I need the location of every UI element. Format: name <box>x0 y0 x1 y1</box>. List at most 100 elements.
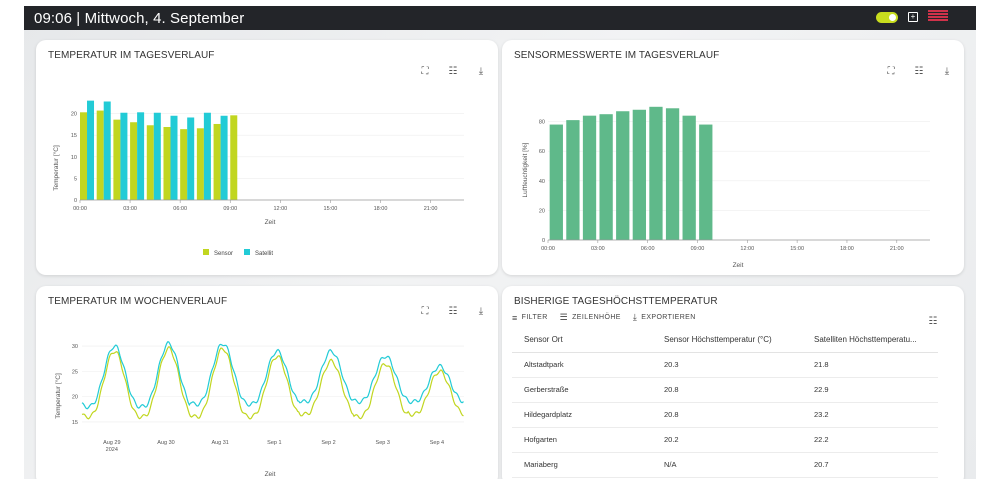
table-row[interactable]: Gerberstraße 20.8 22.9 <box>512 377 938 403</box>
dashboard: 09:06 | Mittwoch, 4. September + TEMPERA… <box>24 6 976 479</box>
max-temperature-table: Sensor Ort Sensor Höchsttemperatur (°C) … <box>512 328 938 478</box>
column-header[interactable]: Sensor Ort <box>512 328 652 353</box>
bar <box>203 112 211 200</box>
y-axis-label: Temperatur [°C] <box>52 145 60 191</box>
y-tick-label: 20 <box>539 208 545 214</box>
y-tick-label: 15 <box>71 133 77 139</box>
cell: 20.8 <box>652 377 802 403</box>
column-header[interactable]: Satelliten Höchsttemperatu... <box>802 328 938 353</box>
cell: Altstadtpark <box>512 352 652 378</box>
x-tick-label: 15:00 <box>790 246 804 252</box>
cell: 20.7 <box>802 452 938 478</box>
cell: 21.8 <box>802 352 938 378</box>
x-tick-label: 12:00 <box>273 206 287 212</box>
export-button[interactable]: ⤓ EXPORTIEREN <box>633 312 696 323</box>
add-icon[interactable]: + <box>908 12 918 22</box>
table-row[interactable]: Hofgarten 20.2 22.2 <box>512 427 938 453</box>
x-tick-label: 03:00 <box>123 206 137 212</box>
x-axis-label: Zeit <box>265 471 276 478</box>
filter-label: FILTER <box>521 314 548 321</box>
x-tick-label: 2024 <box>106 447 118 453</box>
x-tick-label: 06:00 <box>641 246 655 252</box>
bar <box>599 114 613 240</box>
bar <box>120 112 128 200</box>
x-tick-label: 06:00 <box>173 206 187 212</box>
legend-swatch-satellite <box>244 249 250 255</box>
export-icon: ⤓ <box>632 312 638 322</box>
legend-satellite: Satellit <box>255 251 273 257</box>
bar <box>80 112 88 200</box>
x-tick-label: Aug 30 <box>157 440 174 446</box>
series-line <box>81 341 464 410</box>
theme-toggle[interactable] <box>876 11 898 23</box>
bar <box>103 101 111 200</box>
cell: Hildegardplatz <box>512 402 652 428</box>
y-tick-label: 25 <box>72 369 78 375</box>
legend-sensor: Sensor <box>214 251 233 257</box>
row-height-button[interactable]: ☰ ZEILENHÖHE <box>560 312 621 323</box>
bar <box>699 124 713 240</box>
cell: N/A <box>652 452 802 478</box>
table-row[interactable]: Mariaberg N/A 20.7 <box>512 452 938 478</box>
bar <box>213 123 221 200</box>
x-tick-label: 21:00 <box>890 246 904 252</box>
filter-button[interactable]: ≡ FILTER <box>512 312 548 323</box>
bar <box>566 120 580 240</box>
y-tick-label: 30 <box>72 344 78 350</box>
y-tick-label: 60 <box>539 149 545 155</box>
y-tick-label: 5 <box>74 176 77 182</box>
y-tick-label: 40 <box>539 179 545 185</box>
cell: 23.2 <box>802 402 938 428</box>
bar <box>230 115 238 200</box>
x-tick-label: Sep 3 <box>376 440 390 446</box>
row-height-label: ZEILENHÖHE <box>572 314 621 321</box>
cell: Mariaberg <box>512 452 652 478</box>
bar <box>632 109 646 240</box>
cell: 20.3 <box>652 352 802 378</box>
bar <box>582 115 597 240</box>
y-tick-label: 15 <box>72 420 78 426</box>
x-tick-label: 00:00 <box>541 246 555 252</box>
table-row[interactable]: Altstadtpark 20.3 21.8 <box>512 352 938 378</box>
bar <box>665 108 680 240</box>
cell: 20.8 <box>652 402 802 428</box>
card-humidity: SENSORMESSWERTE IM TAGESVERLAUF ⛶ ☷ ⤓ 02… <box>502 40 964 275</box>
bar <box>616 111 630 241</box>
cell: Hofgarten <box>512 427 652 453</box>
x-tick-label: 00:00 <box>73 206 87 212</box>
y-tick-label: 10 <box>71 155 77 161</box>
chart-humidity: 0 20 40 60 80 00:00 03:00 06:00 09:00 12:00 15:00 1… <box>522 106 930 269</box>
column-header[interactable]: Sensor Höchsttemperatur (°C) <box>652 328 802 353</box>
x-tick-label: Aug 29 <box>103 440 120 446</box>
bar <box>137 112 145 200</box>
x-tick-label: Sep 2 <box>321 440 335 446</box>
bar <box>130 122 138 200</box>
x-tick-label: 12:00 <box>740 246 754 252</box>
x-tick-label: 18:00 <box>840 246 854 252</box>
bar <box>87 100 95 200</box>
bar <box>153 112 161 200</box>
x-tick-label: 09:00 <box>223 206 237 212</box>
bar <box>113 119 121 200</box>
y-axis-label: Luftfeuchtigkeit [%] <box>522 142 529 197</box>
bar <box>549 124 563 240</box>
clock-date: 09:06 | Mittwoch, 4. September <box>34 9 245 27</box>
cell: Gerberstraße <box>512 377 652 403</box>
bar <box>649 106 663 240</box>
chart-daily-temperature: 0 5 10 15 20 00:00 03:00 06:00 09:00 12:00 15:00 18… <box>52 100 464 257</box>
x-tick-label: 03:00 <box>591 246 605 252</box>
table-row[interactable]: Hildegardplatz 20.8 23.2 <box>512 402 938 428</box>
legend-swatch-sensor <box>203 249 209 255</box>
row-height-icon: ☰ <box>559 312 569 322</box>
y-tick-label: 0 <box>542 238 545 244</box>
cell: 20.2 <box>652 427 802 453</box>
x-tick-label: Aug 31 <box>211 440 228 446</box>
x-tick-label: 18:00 <box>374 206 388 212</box>
x-tick-label: 09:00 <box>691 246 705 252</box>
y-tick-label: 20 <box>72 395 78 401</box>
bar <box>196 128 204 200</box>
filter-icon: ≡ <box>512 312 518 323</box>
sliders-icon[interactable]: ☷ <box>928 316 938 327</box>
bar <box>180 129 188 200</box>
bar <box>96 110 104 200</box>
